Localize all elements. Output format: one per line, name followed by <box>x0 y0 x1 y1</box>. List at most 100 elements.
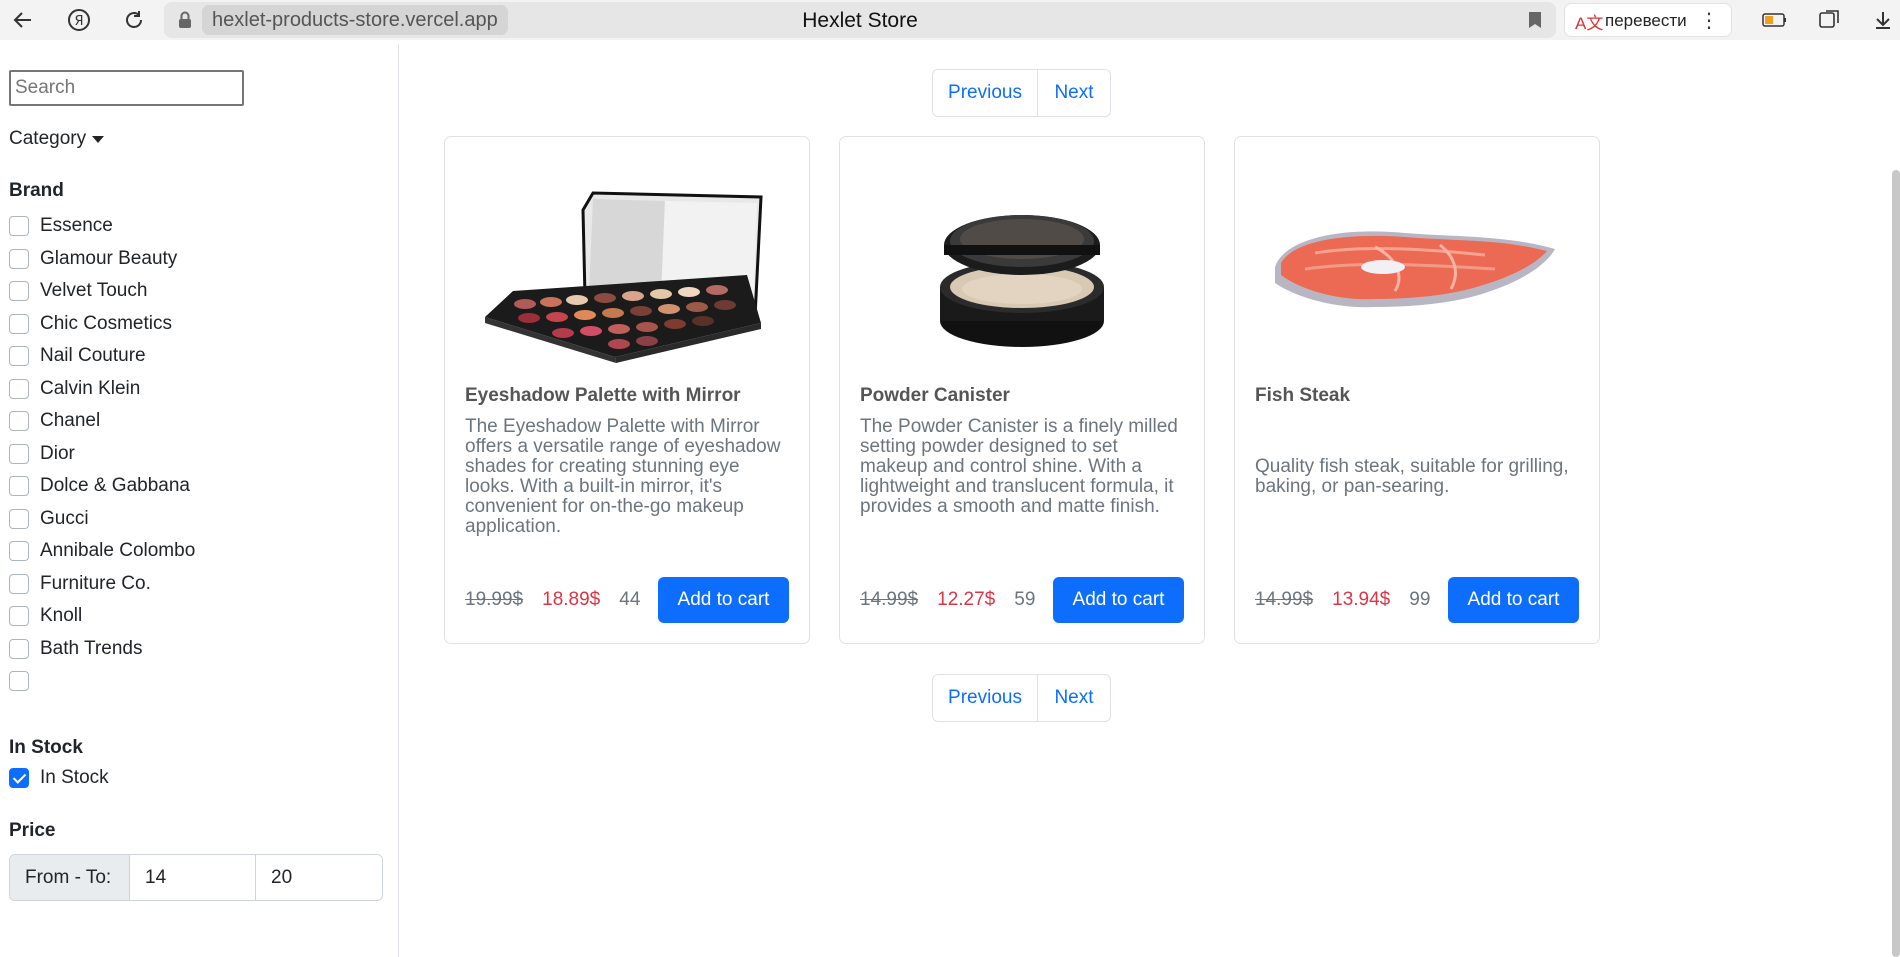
download-icon[interactable] <box>1868 5 1898 35</box>
brand-label: Essence <box>40 215 113 237</box>
brand-label: Knoll <box>40 605 83 627</box>
page-scrollbar[interactable] <box>1892 170 1900 957</box>
translate-button[interactable]: A文 перевести ⋮ <box>1564 3 1732 37</box>
checkbox[interactable] <box>9 378 29 399</box>
collections-icon[interactable] <box>1815 5 1845 35</box>
instock-heading: In Stock <box>9 737 83 758</box>
brand-option[interactable]: Calvin Klein <box>9 373 195 406</box>
brand-option[interactable]: Furniture Co. <box>9 568 195 601</box>
product-description: The Powder Canister is a finely milled s… <box>860 416 1178 517</box>
pagination-top: Previous Next <box>932 69 1111 117</box>
checkbox[interactable] <box>9 541 29 562</box>
brand-option[interactable]: Dior <box>9 438 195 471</box>
checkbox[interactable] <box>9 248 29 269</box>
checkbox[interactable] <box>9 313 29 334</box>
sale-price: 13.94$ <box>1332 589 1391 610</box>
yandex-icon[interactable]: Я <box>64 5 94 35</box>
category-dropdown[interactable]: Category <box>9 128 105 150</box>
page-title: Hexlet Store <box>802 9 918 32</box>
brand-option[interactable]: Chic Cosmetics <box>9 308 195 341</box>
eyeshadow-palette-image <box>465 157 789 377</box>
brand-option[interactable]: Bath Trends <box>9 633 195 666</box>
caret-down-icon <box>92 135 105 143</box>
add-to-cart-button[interactable]: Add to cart <box>1053 577 1184 623</box>
pagination-bottom: Previous Next <box>932 674 1111 722</box>
brand-option[interactable]: Dolce & Gabbana <box>9 470 195 503</box>
stock-count: 44 <box>619 589 641 610</box>
stock-count: 99 <box>1409 589 1431 610</box>
svg-text:Я: Я <box>74 14 83 29</box>
reload-icon[interactable] <box>119 5 149 35</box>
checkbox[interactable] <box>9 638 29 659</box>
checkbox[interactable] <box>9 346 29 367</box>
price-range-label: From - To: <box>10 855 130 900</box>
checkbox[interactable] <box>9 606 29 627</box>
category-label: Category <box>9 128 87 149</box>
brand-list: Essence Glamour Beauty Velvet Touch Chic… <box>9 210 195 698</box>
brand-option[interactable]: Gucci <box>9 503 195 536</box>
add-to-cart-button[interactable]: Add to cart <box>1448 577 1579 623</box>
checkbox[interactable] <box>9 476 29 497</box>
translate-label: перевести <box>1605 11 1687 30</box>
battery-icon[interactable] <box>1760 5 1790 35</box>
checkbox[interactable] <box>9 281 29 302</box>
brand-option[interactable]: Velvet Touch <box>9 275 195 308</box>
add-to-cart-button[interactable]: Add to cart <box>658 577 789 623</box>
brand-heading: Brand <box>9 180 64 201</box>
instock-checkbox[interactable] <box>9 768 29 789</box>
address-bar[interactable]: hexlet-products-store.vercel.app Hexlet … <box>164 2 1556 38</box>
brand-label: Bath Trends <box>40 637 143 659</box>
checkbox[interactable] <box>9 216 29 237</box>
price-heading: Price <box>9 820 56 841</box>
search-input[interactable] <box>9 70 244 106</box>
checkbox[interactable] <box>9 443 29 464</box>
product-description: The Eyeshadow Palette with Mirror offers… <box>465 416 781 537</box>
price-row: 14.99$ 13.94$ 99 <box>1255 577 1430 623</box>
product-card: Powder Canister The Powder Canister is a… <box>839 136 1205 644</box>
brand-option[interactable]: Nail Couture <box>9 340 195 373</box>
checkbox[interactable] <box>9 671 29 692</box>
brand-option[interactable] <box>9 665 195 698</box>
brand-option[interactable]: Annibale Colombo <box>9 535 195 568</box>
brand-label: Chic Cosmetics <box>40 312 172 334</box>
next-button[interactable]: Next <box>1038 675 1110 721</box>
old-price: 14.99$ <box>860 589 919 610</box>
product-description: Quality fish steak, suitable for grillin… <box>1255 456 1569 497</box>
product-title: Powder Canister <box>860 385 1010 406</box>
price-row: 19.99$ 18.89$ 44 <box>465 577 640 623</box>
price-to-input[interactable] <box>256 855 382 900</box>
instock-option[interactable]: In Stock <box>9 762 109 795</box>
brand-label: Velvet Touch <box>40 280 148 302</box>
product-card: Eyeshadow Palette with Mirror The Eyesha… <box>444 136 810 644</box>
brand-option[interactable]: Chanel <box>9 405 195 438</box>
checkbox[interactable] <box>9 508 29 529</box>
brand-label: Nail Couture <box>40 345 146 367</box>
previous-button[interactable]: Previous <box>933 70 1038 116</box>
translate-icon: A文 <box>1575 14 1604 33</box>
brand-label: Annibale Colombo <box>40 540 196 562</box>
brand-option[interactable]: Knoll <box>9 600 195 633</box>
fish-steak-image <box>1255 157 1579 377</box>
more-icon[interactable]: ⋮ <box>1699 4 1719 38</box>
price-range-group: From - To: <box>9 854 383 901</box>
product-card: Fish Steak Quality fish steak, suitable … <box>1234 136 1600 644</box>
filter-sidebar: Category Brand Essence Glamour Beauty Ve… <box>0 44 399 957</box>
brand-label: Glamour Beauty <box>40 247 178 269</box>
sale-price: 12.27$ <box>937 589 996 610</box>
previous-button[interactable]: Previous <box>933 675 1038 721</box>
brand-option[interactable]: Essence <box>9 210 195 243</box>
old-price: 14.99$ <box>1255 589 1314 610</box>
old-price: 19.99$ <box>465 589 524 610</box>
product-title: Eyeshadow Palette with Mirror <box>465 385 741 406</box>
checkbox[interactable] <box>9 411 29 432</box>
price-from-input[interactable] <box>130 855 256 900</box>
next-button[interactable]: Next <box>1038 70 1110 116</box>
checkbox[interactable] <box>9 573 29 594</box>
price-row: 14.99$ 12.27$ 59 <box>860 577 1035 623</box>
back-icon[interactable] <box>8 5 38 35</box>
product-title: Fish Steak <box>1255 385 1351 406</box>
brand-label: Dior <box>40 442 75 464</box>
sale-price: 18.89$ <box>542 589 601 610</box>
bookmark-icon[interactable] <box>1528 11 1542 29</box>
brand-option[interactable]: Glamour Beauty <box>9 243 195 276</box>
